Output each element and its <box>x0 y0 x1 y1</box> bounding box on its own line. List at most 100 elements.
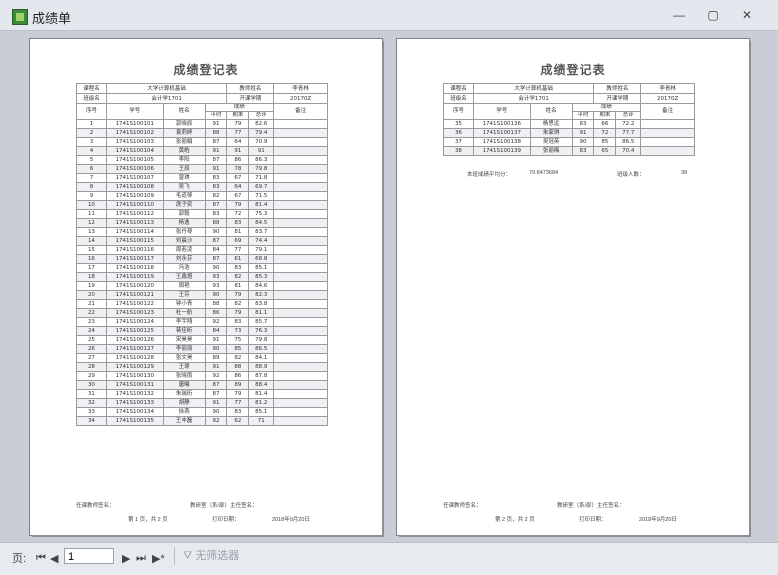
row-id: 1741S100135 <box>105 416 164 426</box>
table-row: 29 1741S100130 张晓雨 92 86 87.8 <box>76 371 328 381</box>
last-page-icon[interactable]: ⏭ <box>136 552 146 565</box>
row-id: 1741S100110 <box>105 200 164 210</box>
row-usual: 90 <box>204 344 228 354</box>
row-seq: 26 <box>76 344 107 354</box>
report-page-2: 成绩登记表 课程名 大学计算机基础 教师姓名 李青林 班级名 会计学1701 开… <box>397 39 749 535</box>
row-usual: 84 <box>204 245 228 255</box>
row-note <box>640 137 695 147</box>
row-seq: 1 <box>76 119 107 129</box>
row-name: 王鑫煜 <box>162 272 206 282</box>
page-number-input[interactable]: 1 <box>64 548 114 564</box>
row-total: 77.7 <box>615 128 642 138</box>
filter-indicator[interactable]: ⛛ 无筛选器 <box>174 547 239 565</box>
col-total: 总评 <box>248 111 275 120</box>
row-final: 83 <box>226 263 250 273</box>
table-row: 19 1741S100120 周艳 93 81 84.6 <box>76 281 328 291</box>
print-date: 2018年9月20日 <box>639 517 677 523</box>
row-usual: 87 <box>204 389 228 399</box>
row-seq: 36 <box>443 128 474 138</box>
row-usual: 88 <box>204 299 228 309</box>
print-preview-area[interactable]: 成绩登记表 课程名 大学计算机基础 教师姓名 李青林 班级名 会计学1701 开… <box>0 31 778 542</box>
table-row: 14 1741S100115 刘晨沙 87 69 74.4 <box>76 236 328 246</box>
row-usual: 91 <box>204 398 228 408</box>
course-label: 课程名 <box>443 83 474 94</box>
row-seq: 25 <box>76 335 107 345</box>
minimize-button[interactable]: — <box>670 8 688 22</box>
prev-page-icon[interactable]: ◀ <box>50 552 58 565</box>
row-usual: 86 <box>204 308 228 318</box>
next-page-icon[interactable]: ▶ <box>122 552 130 565</box>
row-total: 79.4 <box>248 128 275 138</box>
table-row: 31 1741S100132 朱瑞珩 87 79 81.4 <box>76 389 328 399</box>
filter-label: 无筛选器 <box>195 550 240 562</box>
table-row: 5 1741S100105 李阳 87 86 86.3 <box>76 155 328 165</box>
table-row: 10 1741S100110 席子奕 87 79 81.4 <box>76 200 328 210</box>
row-seq: 24 <box>76 326 107 336</box>
row-seq: 31 <box>76 389 107 399</box>
row-total: 86.5 <box>615 137 642 147</box>
row-seq: 6 <box>76 164 107 174</box>
row-note <box>640 119 695 129</box>
row-final: 91 <box>226 146 250 156</box>
report-title: 成绩登记表 <box>540 63 606 77</box>
row-final: 66 <box>593 119 617 129</box>
col-final: 期末 <box>593 111 617 120</box>
row-name: 杜一航 <box>162 308 206 318</box>
first-page-icon[interactable]: ⏮ <box>36 552 46 565</box>
row-id: 1741S100129 <box>105 362 164 372</box>
row-id: 1741S100120 <box>105 281 164 291</box>
row-note <box>273 164 328 174</box>
row-name: 冯浩 <box>162 263 206 273</box>
row-final: 88 <box>226 362 250 372</box>
report-page-1: 成绩登记表 课程名 大学计算机基础 教师姓名 李青林 班级名 会计学1701 开… <box>30 39 382 535</box>
row-usual: 88 <box>204 218 228 228</box>
row-usual: 87 <box>204 155 228 165</box>
row-usual: 92 <box>204 317 228 327</box>
row-usual: 91 <box>204 164 228 174</box>
close-button[interactable]: ✕ <box>738 8 756 22</box>
maximize-button[interactable]: ▢ <box>704 8 722 22</box>
row-final: 67 <box>226 191 250 201</box>
col-seq: 序号 <box>76 103 107 120</box>
table-row: 18 1741S100119 王鑫煜 93 82 85.3 <box>76 272 328 282</box>
new-page-icon[interactable]: ▶* <box>152 552 165 565</box>
row-usual: 83 <box>204 209 228 219</box>
term-label: 开课学期 <box>593 93 642 104</box>
row-seq: 22 <box>76 308 107 318</box>
row-name: 曾琪 <box>162 173 206 183</box>
row-id: 1741S100137 <box>472 128 531 138</box>
row-note <box>273 317 328 327</box>
row-note <box>273 227 328 237</box>
class-size-value: 38 <box>681 170 688 176</box>
table-row: 37 1741S100138 吴冠英 90 85 86.5 <box>443 137 695 147</box>
row-note <box>273 173 328 183</box>
row-id: 1741S100113 <box>105 218 164 228</box>
row-total: 86.5 <box>248 344 275 354</box>
row-id: 1741S100138 <box>472 137 531 147</box>
row-id: 1741S100108 <box>105 182 164 192</box>
row-name: 朱家琪 <box>529 128 573 138</box>
row-id: 1741S100105 <box>105 155 164 165</box>
row-final: 82 <box>226 272 250 282</box>
class-value: 会计学1701 <box>105 93 228 104</box>
row-total: 76.3 <box>248 326 275 336</box>
row-id: 1741S100116 <box>105 245 164 255</box>
row-id: 1741S100124 <box>105 317 164 327</box>
row-seq: 15 <box>76 245 107 255</box>
teacher-value: 李青林 <box>273 83 328 94</box>
row-seq: 4 <box>76 146 107 156</box>
teacher-sign-label: 任课教师签名： <box>76 503 115 509</box>
row-seq: 28 <box>76 362 107 372</box>
row-seq: 13 <box>76 227 107 237</box>
row-id: 1741S100134 <box>105 407 164 417</box>
row-usual: 91 <box>204 146 228 156</box>
row-seq: 7 <box>76 173 107 183</box>
row-usual: 90 <box>571 137 595 147</box>
row-final: 79 <box>226 389 250 399</box>
row-total: 75.3 <box>248 209 275 219</box>
row-usual: 84 <box>204 326 228 336</box>
row-seq: 34 <box>76 416 107 426</box>
row-seq: 20 <box>76 290 107 300</box>
term-value: 20170Z <box>640 93 695 104</box>
row-total: 85.1 <box>248 263 275 273</box>
